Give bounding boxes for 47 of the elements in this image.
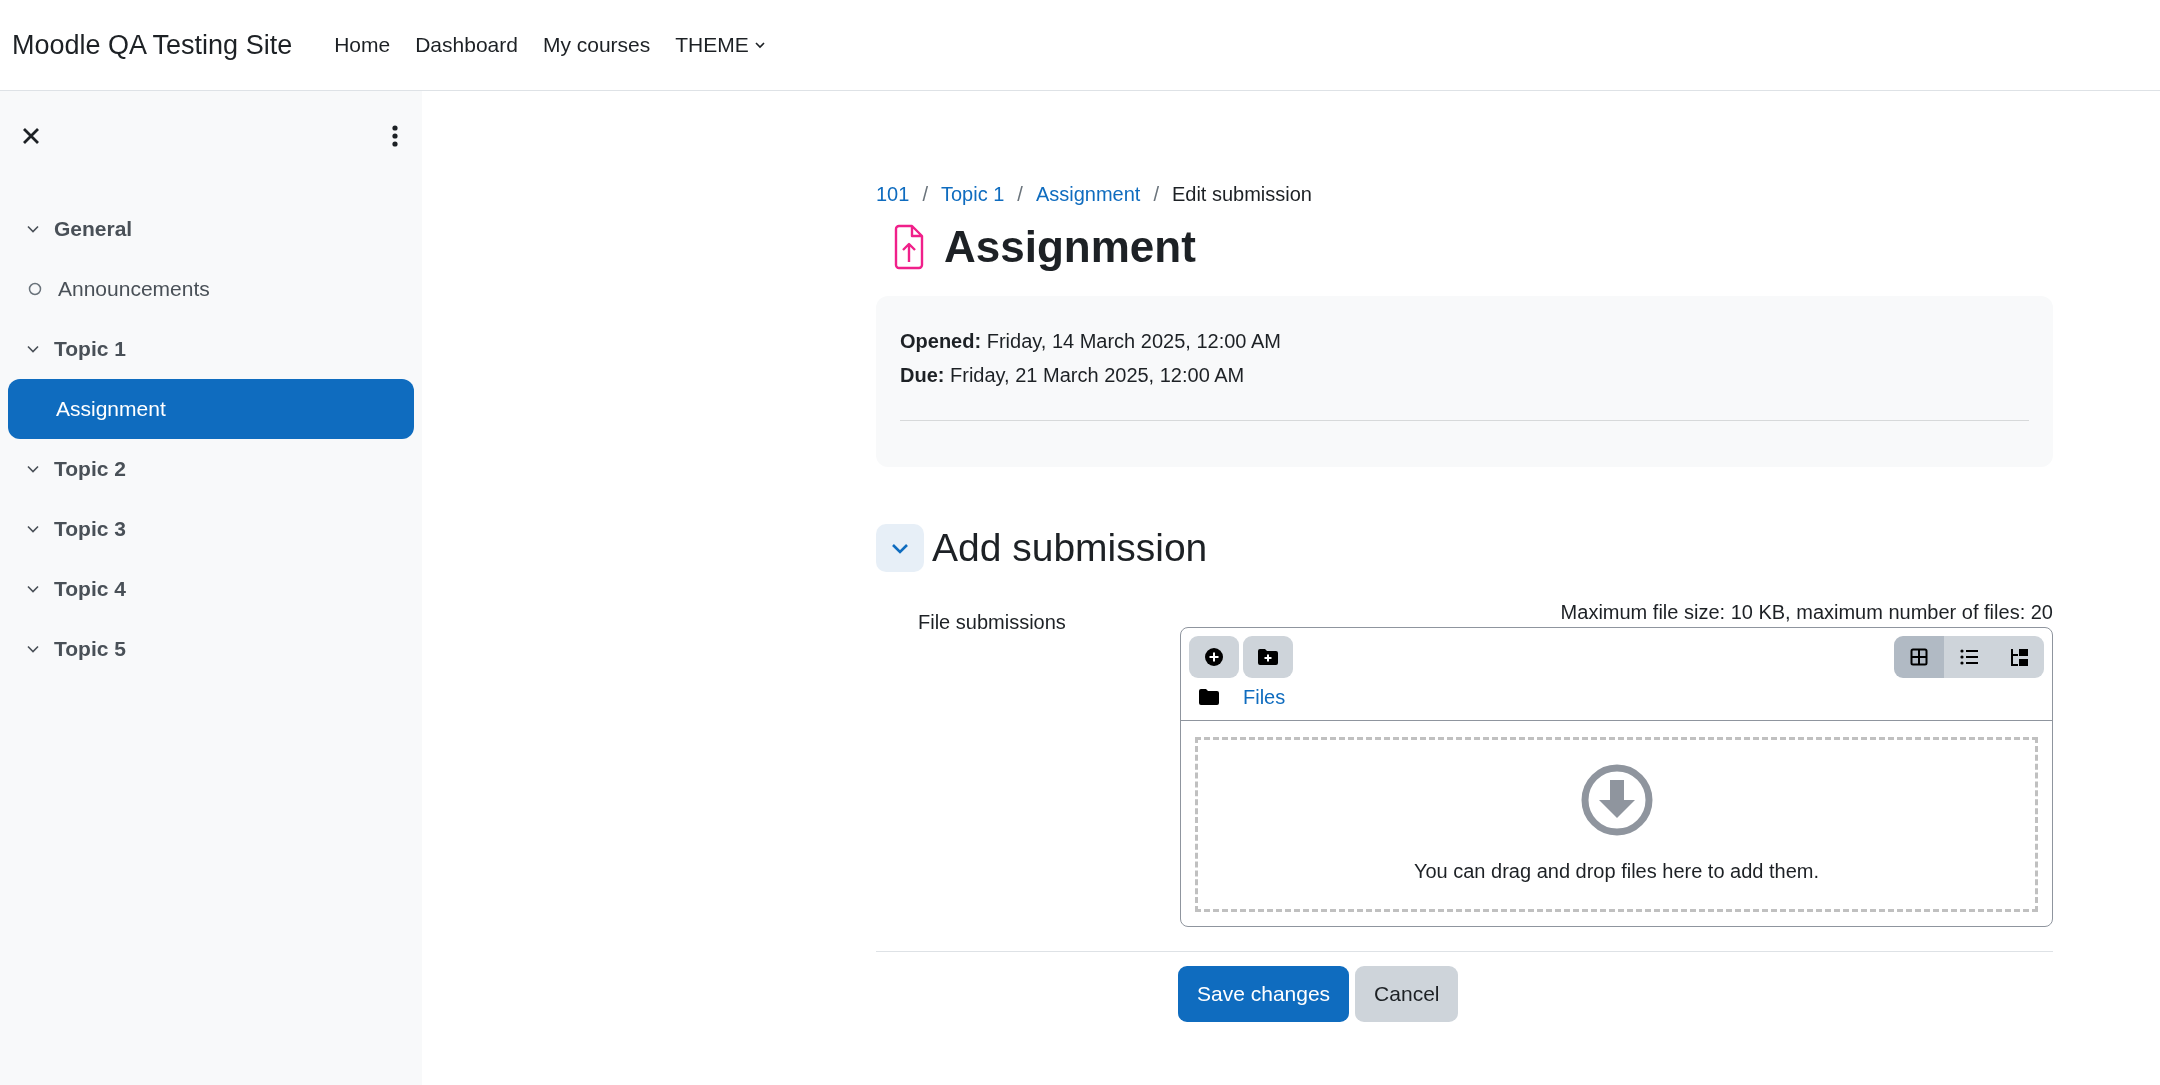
save-button[interactable]: Save changes xyxy=(1178,966,1350,1022)
folder-icon xyxy=(1199,689,1219,706)
sidebar-section[interactable]: Topic 2 xyxy=(54,453,126,485)
dropdown-menu-link[interactable]: THEME xyxy=(675,29,767,61)
add-file-button[interactable] xyxy=(1189,636,1239,679)
drop-hint-text: You can drag and drop files here to add them. xyxy=(1413,858,1820,884)
site-name[interactable]: Moodle QA Testing Site xyxy=(12,24,293,66)
sidebar-section[interactable]: Topic 1 xyxy=(54,333,126,365)
nav-link[interactable]: My courses xyxy=(542,29,651,61)
circle-icon xyxy=(28,282,42,296)
nav-link[interactable]: Home xyxy=(334,29,391,61)
breadcrumb-current: Edit submission xyxy=(1171,182,1312,207)
grid-view-icon xyxy=(1910,648,1928,667)
sidebar-section[interactable]: Topic 5 xyxy=(54,633,126,665)
date-text: Due: Friday, 21 March 2025, 12:00 AM xyxy=(900,362,1246,388)
create-folder-button[interactable] xyxy=(1243,636,1293,679)
field-label: File submissions xyxy=(918,611,1066,634)
breadcrumb-separator: / xyxy=(922,182,928,207)
folder-plus-icon xyxy=(1258,648,1278,667)
nav-link[interactable]: Dashboard xyxy=(415,29,518,61)
date-text: Opened: Friday, 14 March 2025, 12:00 AM xyxy=(900,328,1282,354)
sidebar-item[interactable]: Assignment xyxy=(8,379,414,439)
section-title: Add submission xyxy=(932,524,1208,571)
view-toggle[interactable] xyxy=(1894,636,1944,679)
list-view-icon xyxy=(1960,648,1978,667)
sidebar-section[interactable]: General xyxy=(54,213,133,245)
drop-zone[interactable]: You can drag and drop files here to add them. xyxy=(1195,737,2038,913)
plus-circle-icon xyxy=(1204,647,1224,668)
folder-path-link[interactable]: Files xyxy=(1243,682,1286,713)
breadcrumb-separator: / xyxy=(1153,182,1159,207)
close-icon[interactable] xyxy=(22,127,40,145)
breadcrumb-link[interactable]: Assignment xyxy=(1035,179,1141,209)
collapse-toggle[interactable] xyxy=(876,524,924,573)
file-upload-icon xyxy=(894,224,924,271)
breadcrumb-link[interactable]: Topic 1 xyxy=(940,179,1005,209)
page-title: Assignment xyxy=(944,221,1196,273)
view-toggle[interactable] xyxy=(1944,636,1994,679)
more-options-icon[interactable] xyxy=(392,125,398,147)
tree-view-icon xyxy=(2010,648,2028,667)
breadcrumb-separator: / xyxy=(1017,182,1023,207)
cancel-button[interactable]: Cancel xyxy=(1355,966,1459,1022)
sidebar-section[interactable]: Topic 3 xyxy=(54,513,126,545)
breadcrumb-link[interactable]: 101 xyxy=(876,179,910,209)
file-limits-text: Maximum file size: 10 KB, maximum number of files: 20 xyxy=(1560,601,2053,624)
sidebar-section[interactable]: Topic 4 xyxy=(54,573,126,605)
sidebar-item[interactable]: Announcements xyxy=(8,259,414,319)
view-toggle[interactable] xyxy=(1994,636,2044,679)
